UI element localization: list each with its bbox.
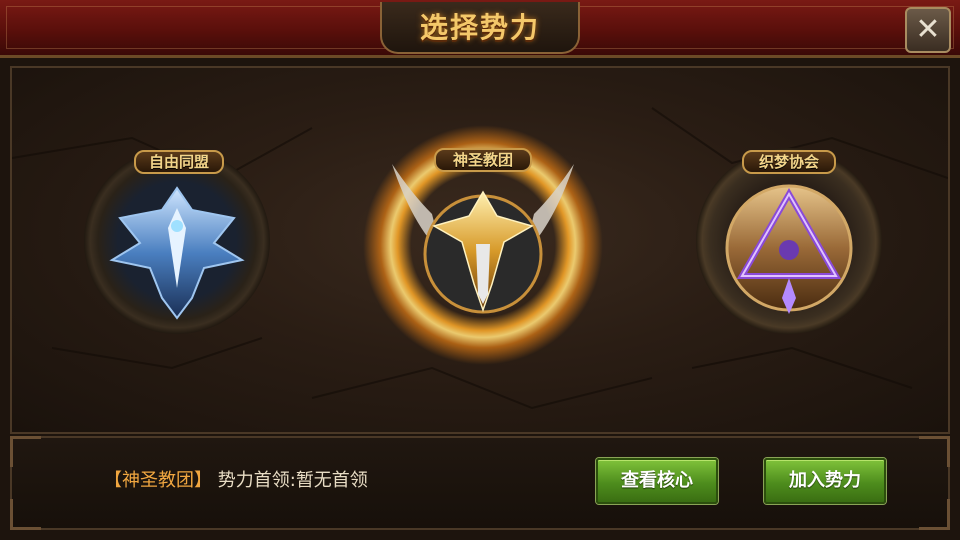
faction-dreamweaver-guild[interactable]: 织梦协会 xyxy=(696,148,882,334)
selected-faction-tag: 【神圣教团】 xyxy=(104,470,212,491)
title-plaque: 选择势力 xyxy=(380,2,580,54)
close-button[interactable]: ✕ xyxy=(905,7,951,53)
faction-select-dialog: 选择势力 ✕ 自由同盟 神圣教团 织梦协会 【神圣教团】 势力首领:暂无首领 查… xyxy=(0,0,960,540)
dreamweaver-emblem-icon xyxy=(725,184,853,314)
faction-name-plate: 神圣教团 xyxy=(434,148,532,172)
close-x-icon: ✕ xyxy=(915,12,941,47)
faction-name: 织梦协会 xyxy=(758,153,819,171)
alliance-emblem-icon xyxy=(109,186,245,320)
faction-stage: 自由同盟 神圣教团 织梦协会 xyxy=(10,66,950,434)
corner-ornament xyxy=(919,499,950,530)
leader-value: 暂无首领 xyxy=(295,470,368,491)
corner-ornament xyxy=(10,499,41,530)
join-faction-button[interactable]: 加入势力 xyxy=(764,458,886,504)
dialog-title: 选择势力 xyxy=(419,11,540,44)
title-bar: 选择势力 ✕ xyxy=(0,0,960,58)
faction-name: 神圣教团 xyxy=(452,151,513,169)
info-bar: 【神圣教团】 势力首领:暂无首领 查看核心 加入势力 xyxy=(10,436,950,530)
faction-free-alliance[interactable]: 自由同盟 xyxy=(84,148,270,334)
faction-name: 自由同盟 xyxy=(148,153,209,171)
corner-ornament xyxy=(919,436,950,467)
faction-leader-info: 【神圣教团】 势力首领:暂无首领 xyxy=(104,468,368,494)
faction-holy-order[interactable]: 神圣教团 xyxy=(362,124,604,366)
corner-ornament xyxy=(10,436,41,467)
faction-name-plate: 织梦协会 xyxy=(742,150,836,174)
leader-label: 势力首领: xyxy=(217,470,296,491)
view-core-button[interactable]: 查看核心 xyxy=(596,458,718,504)
selected-faction-name: 神圣教团 xyxy=(122,470,194,491)
faction-name-plate: 自由同盟 xyxy=(134,150,224,174)
